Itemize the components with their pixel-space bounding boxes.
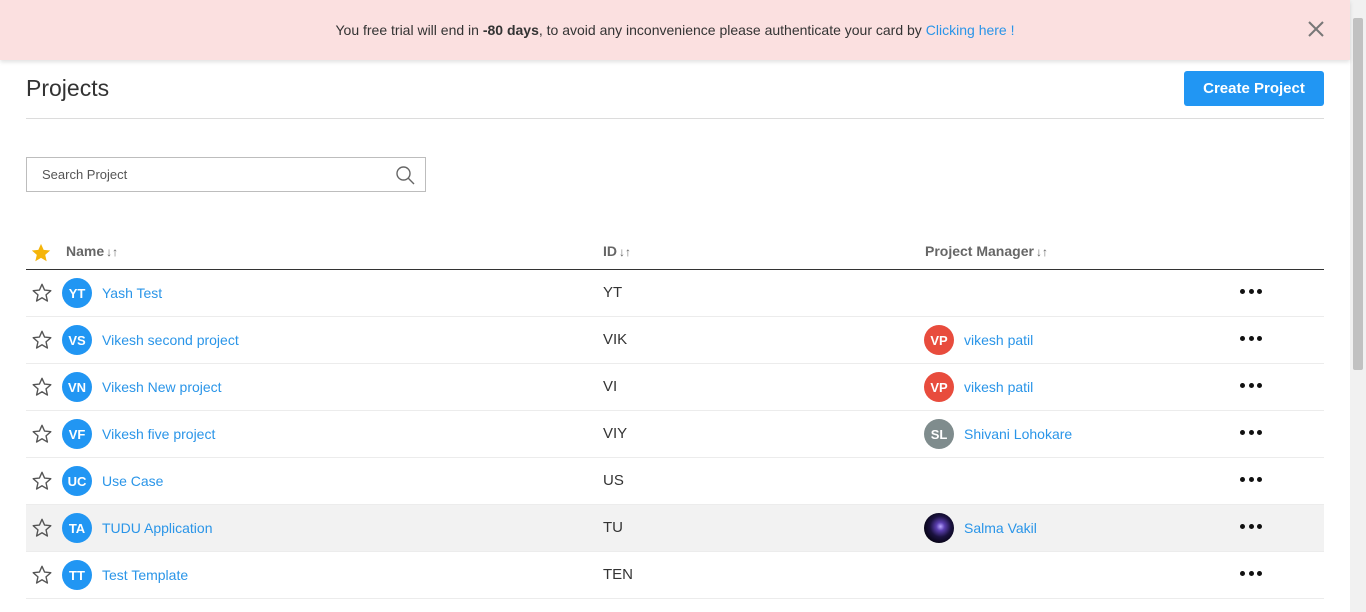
manager-name-link[interactable]: vikesh patil bbox=[964, 332, 1033, 348]
project-id: YT bbox=[603, 284, 623, 301]
table-row[interactable]: YT Yash Test YT bbox=[26, 270, 1324, 317]
table-body: YT Yash Test YT VS Vikesh second project VIK V… bbox=[26, 270, 1324, 599]
project-avatar: VS bbox=[62, 325, 92, 355]
header-divider bbox=[26, 118, 1324, 119]
projects-table: Name ↓↑ ID ↓↑ Project Manager ↓↑ YT Yash Tes… bbox=[26, 232, 1324, 599]
column-id-header[interactable]: ID ↓↑ bbox=[603, 243, 631, 259]
search-icon[interactable] bbox=[395, 165, 415, 185]
project-name-link[interactable]: Vikesh New project bbox=[102, 379, 222, 395]
project-name-link[interactable]: Test Template bbox=[102, 567, 188, 583]
project-id: TU bbox=[603, 519, 623, 536]
manager-avatar: VP bbox=[924, 325, 954, 355]
table-row[interactable]: TT Test Template TEN bbox=[26, 552, 1324, 599]
project-avatar: UC bbox=[62, 466, 92, 496]
table-row[interactable]: VF Vikesh five project VIY SL Shivani Lohoka… bbox=[26, 411, 1324, 458]
manager-photo-avatar bbox=[924, 513, 954, 543]
project-avatar: TT bbox=[62, 560, 92, 590]
authenticate-card-link[interactable]: Clicking here ! bbox=[926, 22, 1015, 38]
project-avatar: VF bbox=[62, 419, 92, 449]
search-input[interactable] bbox=[27, 158, 377, 191]
project-name-link[interactable]: Vikesh five project bbox=[102, 426, 215, 442]
favorite-filter-star-icon[interactable] bbox=[30, 242, 52, 264]
project-id: US bbox=[603, 472, 624, 489]
scrollbar-thumb[interactable] bbox=[1353, 18, 1363, 370]
more-options-icon[interactable] bbox=[1240, 282, 1262, 300]
sort-icon: ↓↑ bbox=[619, 245, 631, 259]
search-box bbox=[26, 157, 426, 192]
project-id: VI bbox=[603, 378, 618, 395]
favorite-star-icon[interactable] bbox=[31, 376, 53, 398]
more-options-icon[interactable] bbox=[1240, 376, 1262, 394]
create-project-button[interactable]: Create Project bbox=[1184, 71, 1324, 106]
manager-avatar: VP bbox=[924, 372, 954, 402]
manager-name-link[interactable]: vikesh patil bbox=[964, 379, 1033, 395]
column-id-label: ID bbox=[603, 243, 617, 259]
project-id: VIY bbox=[603, 425, 628, 442]
table-header: Name ↓↑ ID ↓↑ Project Manager ↓↑ bbox=[26, 232, 1324, 270]
banner-text-after: , to avoid any inconvenience please auth… bbox=[538, 22, 922, 38]
project-id: VIK bbox=[603, 331, 628, 348]
favorite-star-icon[interactable] bbox=[31, 329, 53, 351]
project-name-link[interactable]: TUDU Application bbox=[102, 520, 213, 536]
table-row[interactable]: VS Vikesh second project VIK VP vikesh patil bbox=[26, 317, 1324, 364]
sort-icon: ↓↑ bbox=[106, 245, 119, 259]
column-manager-label: Project Manager bbox=[925, 243, 1034, 259]
project-name-link[interactable]: Use Case bbox=[102, 473, 163, 489]
favorite-star-icon[interactable] bbox=[31, 470, 53, 492]
project-name-link[interactable]: Yash Test bbox=[102, 285, 162, 301]
project-avatar: YT bbox=[62, 278, 92, 308]
favorite-star-icon[interactable] bbox=[31, 423, 53, 445]
more-options-icon[interactable] bbox=[1240, 517, 1262, 535]
column-name-header[interactable]: Name ↓↑ bbox=[66, 243, 118, 259]
column-manager-header[interactable]: Project Manager ↓↑ bbox=[925, 243, 1048, 259]
project-avatar: VN bbox=[62, 372, 92, 402]
more-options-icon[interactable] bbox=[1240, 470, 1262, 488]
banner-text-before: You free trial will end in bbox=[335, 22, 483, 38]
manager-avatar: SL bbox=[924, 419, 954, 449]
project-id: TEN bbox=[603, 566, 633, 583]
table-row[interactable]: VN Vikesh New project VI VP vikesh patil bbox=[26, 364, 1324, 411]
favorite-star-icon[interactable] bbox=[31, 517, 53, 539]
more-options-icon[interactable] bbox=[1240, 329, 1262, 347]
vertical-scrollbar[interactable] bbox=[1350, 0, 1366, 612]
project-avatar: TA bbox=[62, 513, 92, 543]
page-title: Projects bbox=[26, 75, 110, 101]
favorite-star-icon[interactable] bbox=[31, 564, 53, 586]
project-name-link[interactable]: Vikesh second project bbox=[102, 332, 239, 348]
banner-text: You free trial will end in -80 days, to … bbox=[335, 22, 921, 38]
trial-banner: You free trial will end in -80 days, to … bbox=[0, 0, 1350, 60]
close-icon[interactable] bbox=[1306, 19, 1326, 39]
column-name-label: Name bbox=[66, 243, 105, 259]
table-row[interactable]: UC Use Case US bbox=[26, 458, 1324, 505]
manager-name-link[interactable]: Shivani Lohokare bbox=[964, 426, 1072, 442]
favorite-star-icon[interactable] bbox=[31, 282, 53, 304]
banner-days: -80 days bbox=[482, 22, 539, 38]
sort-icon: ↓↑ bbox=[1035, 245, 1048, 259]
more-options-icon[interactable] bbox=[1240, 564, 1262, 582]
more-options-icon[interactable] bbox=[1240, 423, 1262, 441]
table-row[interactable]: TA TUDU Application TU Salma Vakil bbox=[26, 505, 1324, 552]
manager-name-link[interactable]: Salma Vakil bbox=[964, 520, 1037, 536]
